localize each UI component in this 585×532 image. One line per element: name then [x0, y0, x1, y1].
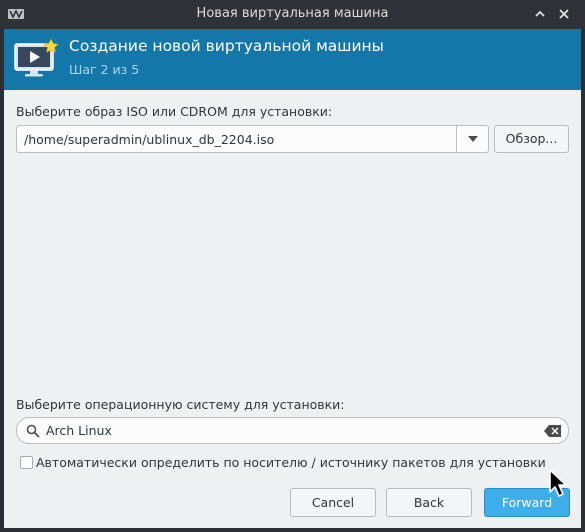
os-select-label: Выберите операционную систему для устано…	[16, 397, 345, 412]
close-icon[interactable]	[556, 6, 572, 22]
chevron-up-icon[interactable]	[532, 6, 548, 22]
os-search-value[interactable]: Arch Linux	[46, 423, 112, 438]
iso-path-combobox[interactable]: /home/superadmin/ublinux_db_2204.iso	[16, 125, 489, 153]
page-title: Создание новой виртуальной машины	[69, 37, 384, 55]
header-banner: Создание новой виртуальной машины Шаг 2 …	[4, 29, 581, 90]
mouse-cursor-icon	[549, 469, 567, 497]
title-bar[interactable]: Новая виртуальная машина	[0, 0, 585, 29]
auto-detect-label[interactable]: Автоматически определить по носителю / и…	[36, 455, 546, 470]
search-icon	[26, 424, 40, 438]
dialog-window: Новая виртуальная машина Создание новой …	[0, 0, 585, 532]
os-search-input[interactable]: Arch Linux	[16, 417, 569, 444]
combo-divider	[456, 126, 457, 152]
dialog-content: Создание новой виртуальной машины Шаг 2 …	[4, 29, 581, 528]
browse-button[interactable]: Обзор...	[494, 125, 569, 153]
chevron-down-icon[interactable]	[466, 134, 480, 144]
monitor-play-star-icon	[14, 38, 59, 77]
window-title: Новая виртуальная машина	[196, 6, 389, 21]
back-button[interactable]: Back	[386, 488, 472, 517]
iso-path-value[interactable]: /home/superadmin/ublinux_db_2204.iso	[24, 132, 274, 147]
step-indicator: Шаг 2 из 5	[69, 62, 140, 77]
install-media-label: Выберите образ ISO или CDROM для установ…	[16, 104, 333, 119]
auto-detect-checkbox[interactable]	[20, 456, 33, 469]
clear-text-icon[interactable]	[544, 425, 561, 437]
cancel-button[interactable]: Cancel	[290, 488, 376, 517]
